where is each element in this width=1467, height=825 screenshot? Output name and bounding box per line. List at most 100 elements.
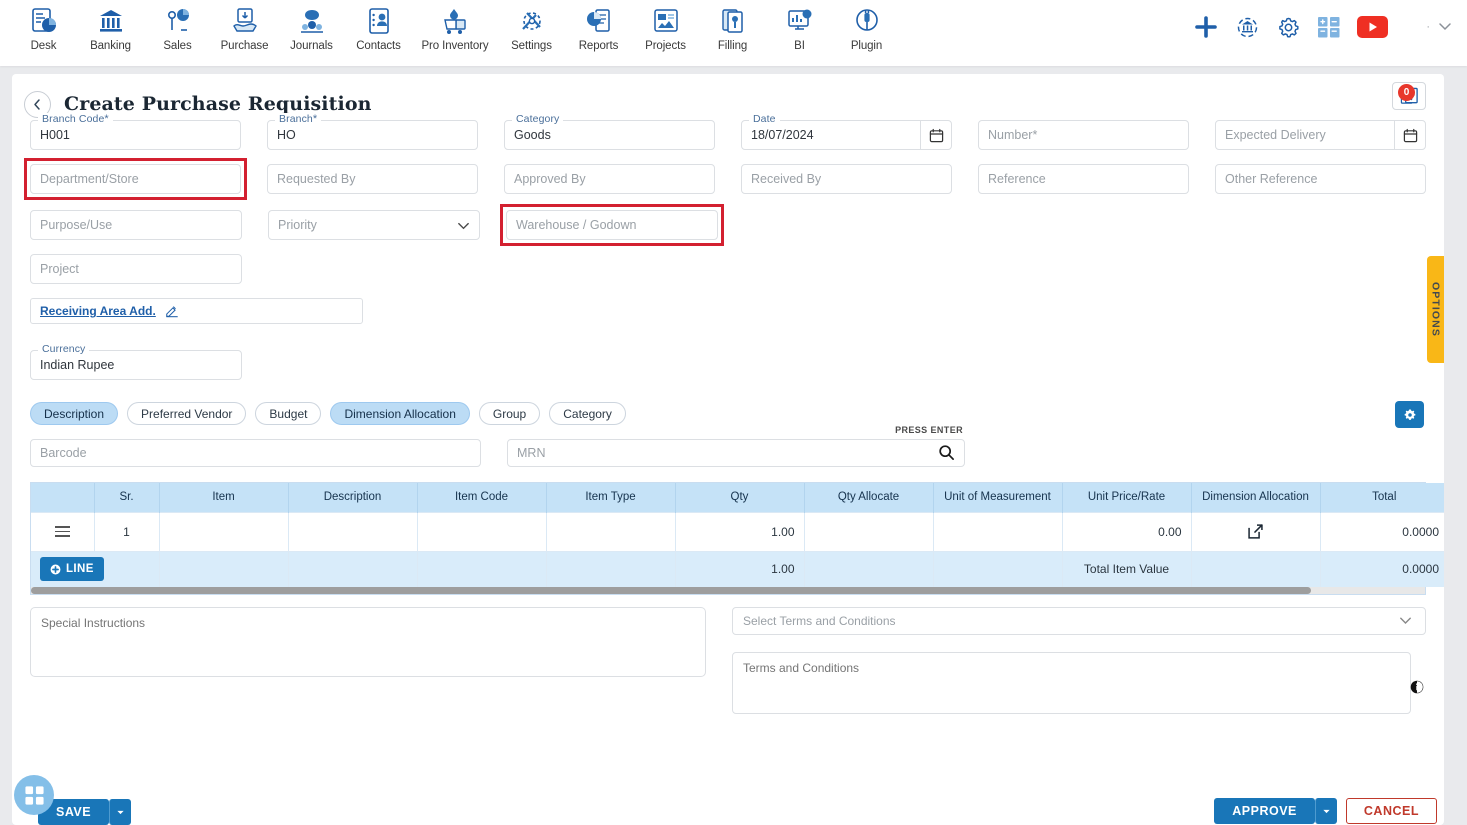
- youtube-icon[interactable]: [1357, 16, 1389, 38]
- receiving-area-link[interactable]: Receiving Area Add.: [40, 304, 156, 318]
- nav-item-plugin[interactable]: Plugin: [833, 0, 900, 52]
- cell-qty[interactable]: 1.00: [675, 511, 805, 551]
- requested-by-input[interactable]: Requested By: [267, 164, 478, 194]
- field-label: Category: [512, 113, 564, 125]
- pro-inventory-icon: [440, 5, 470, 37]
- terms-and-conditions-input[interactable]: [732, 652, 1411, 714]
- col-description: Description: [288, 483, 418, 512]
- number-input[interactable]: Number*: [978, 120, 1189, 150]
- add-plus-icon[interactable]: [1193, 14, 1219, 40]
- open-external-icon[interactable]: [1201, 523, 1311, 540]
- mrn-input[interactable]: MRN: [507, 439, 965, 467]
- approve-button[interactable]: APPROVE: [1214, 798, 1315, 824]
- info-icon[interactable]: [1410, 680, 1424, 699]
- nav-item-pro-inventory[interactable]: Pro Inventory: [412, 0, 498, 52]
- chip-preferred-vendor[interactable]: Preferred Vendor: [127, 402, 247, 425]
- chip-category[interactable]: Category: [549, 402, 626, 425]
- barcode-input[interactable]: Barcode: [30, 439, 481, 467]
- received-by-input[interactable]: Received By: [741, 164, 952, 194]
- user-menu[interactable]: ·: [1426, 18, 1453, 37]
- plus-circle-icon: [50, 564, 61, 575]
- table-row[interactable]: 1 1.00 0.00 0.0000: [31, 511, 1444, 551]
- chip-label: Budget: [269, 406, 308, 421]
- terms-column: Select Terms and Conditions: [732, 607, 1426, 719]
- caret-down-icon: [1323, 809, 1330, 813]
- priority-select[interactable]: Priority: [268, 210, 480, 240]
- chip-dimension-allocation[interactable]: Dimension Allocation: [330, 402, 470, 425]
- nav-item-purchase[interactable]: Purchase: [211, 0, 278, 52]
- chip-group[interactable]: Group: [478, 402, 541, 425]
- cell-dimension-allocation[interactable]: [1191, 511, 1321, 551]
- scrollbar-thumb[interactable]: [31, 587, 1311, 594]
- col-sr: Sr.: [94, 483, 160, 512]
- cell-item-code[interactable]: [417, 511, 547, 551]
- cancel-button[interactable]: CANCEL: [1345, 798, 1437, 824]
- page-card: Create Purchase Requisition 0 OPTIONS Br…: [12, 74, 1444, 825]
- calendar-icon[interactable]: [920, 120, 952, 150]
- purpose-use-input[interactable]: Purpose/Use: [30, 210, 242, 240]
- field-warehouse-godown: Warehouse / Godown: [500, 204, 724, 246]
- field-branch: Branch* HO: [267, 113, 478, 150]
- mrn-search-wrap: PRESS ENTER MRN: [507, 425, 965, 467]
- approved-by-input[interactable]: Approved By: [504, 164, 715, 194]
- table-horizontal-scrollbar[interactable]: [31, 587, 1425, 594]
- add-line-cell[interactable]: LINE: [31, 550, 160, 587]
- cell-qty-allocate[interactable]: [804, 511, 934, 551]
- reference-input[interactable]: Reference: [978, 164, 1189, 194]
- nav-item-sales[interactable]: Sales: [144, 0, 211, 52]
- nav-label: Sales: [163, 40, 192, 52]
- save-dropdown-button[interactable]: [109, 799, 132, 825]
- nav-item-projects[interactable]: Projects: [632, 0, 699, 52]
- nav-item-bi[interactable]: BI: [766, 0, 833, 52]
- row-drag-handle-cell[interactable]: [31, 511, 95, 551]
- calendar-icon[interactable]: [1394, 120, 1426, 150]
- cell-description[interactable]: [288, 511, 418, 551]
- nav-item-settings[interactable]: Settings: [498, 0, 565, 52]
- edit-pencil-icon[interactable]: [165, 304, 179, 318]
- upload-attachment-button[interactable]: 0: [1392, 82, 1426, 110]
- purchase-icon: [230, 5, 260, 37]
- chip-budget[interactable]: Budget: [255, 402, 322, 425]
- approve-dropdown-button[interactable]: [1314, 798, 1337, 824]
- col-qty: Qty: [675, 483, 805, 512]
- search-icon[interactable]: [938, 444, 955, 466]
- upload-badge-count: 0: [1398, 84, 1415, 101]
- chevron-down-icon[interactable]: [456, 210, 471, 240]
- add-line-label: LINE: [66, 563, 94, 576]
- department-store-input[interactable]: Department/Store: [30, 164, 241, 194]
- apps-grid-icon: [24, 785, 44, 805]
- gear-icon[interactable]: [1276, 15, 1301, 40]
- other-reference-input[interactable]: Other Reference: [1215, 164, 1426, 194]
- user-avatar-dot: ·: [1426, 21, 1430, 33]
- project-input[interactable]: Project: [30, 254, 242, 284]
- nav-item-filling[interactable]: Filling: [699, 0, 766, 52]
- warehouse-godown-input[interactable]: Warehouse / Godown: [506, 210, 718, 240]
- select-terms-dropdown[interactable]: Select Terms and Conditions: [732, 607, 1426, 635]
- nav-label: Contacts: [356, 40, 401, 52]
- nav-label: Settings: [511, 40, 552, 52]
- calculator-icon[interactable]: [1317, 15, 1341, 39]
- nav-item-desk[interactable]: Desk: [10, 0, 77, 52]
- form-row-1: Branch Code* H001 Branch* HO Category Go…: [30, 113, 1426, 150]
- special-instructions-input[interactable]: [30, 607, 706, 677]
- field-department-store: Department/Store: [24, 158, 247, 200]
- add-line-button[interactable]: LINE: [40, 557, 104, 582]
- cell-item-type[interactable]: [546, 511, 676, 551]
- nav-item-banking[interactable]: Banking: [77, 0, 144, 52]
- drag-handle-icon[interactable]: [40, 526, 85, 537]
- cell-item[interactable]: [159, 511, 289, 551]
- nav-item-contacts[interactable]: Contacts: [345, 0, 412, 52]
- cell-uom[interactable]: [933, 511, 1063, 551]
- chip-description[interactable]: Description: [30, 402, 119, 425]
- nav-item-journals[interactable]: Journals: [278, 0, 345, 52]
- nav-item-reports[interactable]: Reports: [565, 0, 632, 52]
- form-row-project: Project: [30, 254, 1426, 284]
- receiving-area-field[interactable]: Receiving Area Add.: [30, 298, 363, 324]
- apps-grid-fab[interactable]: [14, 775, 54, 815]
- approve-cancel-group: APPROVE CANCEL: [1214, 798, 1437, 824]
- chevron-down-icon[interactable]: [1397, 612, 1414, 632]
- grid-settings-button[interactable]: [1395, 401, 1424, 428]
- field-approved-by: Approved By: [504, 164, 715, 194]
- company-switch-icon[interactable]: [1235, 15, 1260, 40]
- cell-unit-price[interactable]: 0.00: [1062, 511, 1192, 551]
